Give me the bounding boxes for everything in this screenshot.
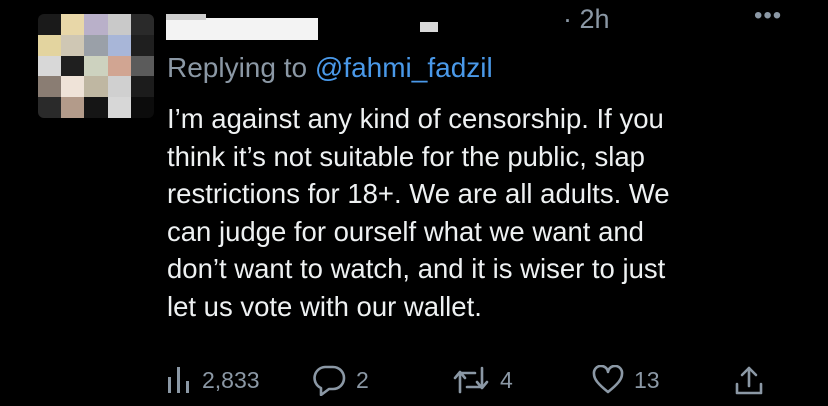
tweet-text-line: let us vote with our wallet. xyxy=(167,290,482,322)
retweet-count: 4 xyxy=(500,366,513,393)
tweet-text-line: I’m against any kind of censorship. If y… xyxy=(167,103,664,134)
replying-prefix: Replying to xyxy=(167,52,315,83)
reply-button[interactable]: 2 xyxy=(312,360,369,400)
action-bar: 2,833 2 4 13 xyxy=(0,360,828,400)
bar-chart-icon xyxy=(168,367,189,393)
replying-handle-link[interactable]: @fahmi_fadzil xyxy=(315,52,493,83)
heart-icon xyxy=(592,365,624,394)
like-count: 13 xyxy=(634,366,660,393)
timestamp-text: 2h xyxy=(579,4,610,34)
reply-bubble-icon xyxy=(313,365,346,396)
views-button[interactable]: 2,833 xyxy=(166,360,260,400)
reply-count: 2 xyxy=(356,366,369,393)
tweet-text-line: can judge for ourself what we want and xyxy=(167,215,644,247)
views-count: 2,833 xyxy=(202,366,260,393)
replying-to: Replying to @fahmi_fadzil xyxy=(167,52,493,84)
more-options-button[interactable]: ••• xyxy=(754,2,782,30)
tweet-text-line: don’t want to watch, and it is wiser to … xyxy=(167,253,666,284)
tweet-text-line: think it’s not suitable for the public, … xyxy=(167,140,645,172)
timestamp[interactable]: · 2h xyxy=(563,4,610,35)
tweet-text-line: restrictions for 18+. We are all adults.… xyxy=(167,178,670,209)
handle-redacted[interactable]: ▁▁▁▁▁ xyxy=(420,10,562,32)
timestamp-dot: · xyxy=(563,4,580,34)
more-icon: ••• xyxy=(754,2,783,29)
share-icon xyxy=(735,366,763,395)
display-name-redacted-stub xyxy=(166,14,206,20)
display-name-redacted[interactable] xyxy=(166,18,318,40)
tweet[interactable]: ▁▁▁▁▁ · 2h ••• Replying to @fahmi_fadzil… xyxy=(0,0,828,406)
like-button[interactable]: 13 xyxy=(592,360,660,400)
retweet-button[interactable]: 4 xyxy=(452,360,513,400)
share-button[interactable] xyxy=(734,360,764,400)
avatar[interactable] xyxy=(38,14,154,118)
retweet-icon xyxy=(453,366,489,394)
tweet-text: I’m against any kind of censorship. If y… xyxy=(167,100,787,325)
